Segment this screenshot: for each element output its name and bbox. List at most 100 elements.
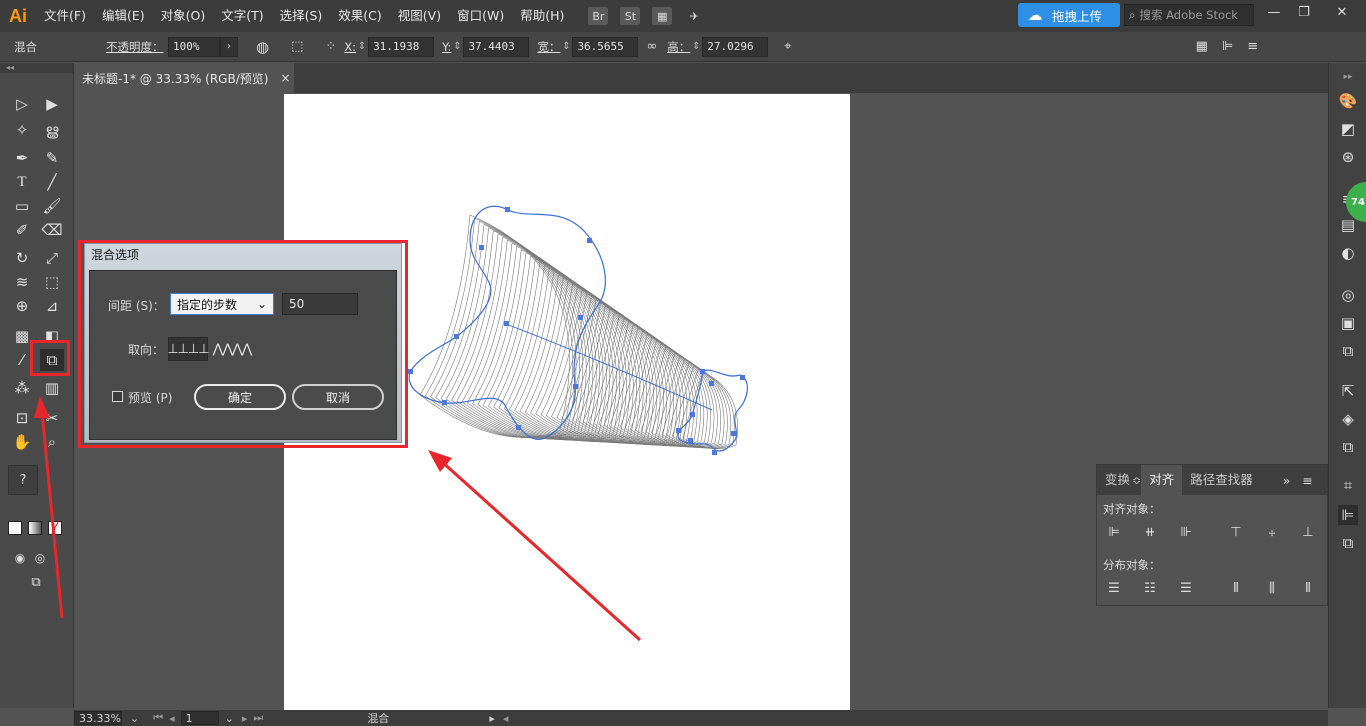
- vertical-distribute-center-icon[interactable]: ☷: [1141, 579, 1159, 597]
- zoom-tool-icon[interactable]: ⌕: [40, 431, 64, 453]
- y-input[interactable]: 37.4403: [463, 36, 530, 57]
- symbols-panel-icon[interactable]: ⊛: [1338, 147, 1358, 167]
- height-spinner-icon[interactable]: ⇕: [690, 41, 702, 52]
- horizontal-distribute-left-icon[interactable]: ⫴: [1227, 579, 1245, 597]
- fill-stroke-swatch[interactable]: ?: [8, 465, 38, 495]
- layers-panel-icon[interactable]: ◈: [1338, 409, 1358, 429]
- bridge-icon[interactable]: Br: [588, 7, 609, 25]
- width-tool-icon[interactable]: ≋: [10, 271, 34, 293]
- opacity-input[interactable]: 100%: [168, 36, 220, 57]
- menu-edit[interactable]: 编辑(E): [94, 0, 153, 32]
- pathfinder-panel-icon[interactable]: ⧉: [1338, 533, 1358, 553]
- menu-select[interactable]: 选择(S): [272, 0, 331, 32]
- align-to-path-icon[interactable]: ⋀⋀⋀⋀: [212, 337, 253, 361]
- control-panel-menu-icon[interactable]: ≡: [1247, 39, 1258, 54]
- column-graph-tool-icon[interactable]: ▥: [40, 377, 64, 399]
- transform-icon[interactable]: ⌖: [784, 39, 791, 54]
- stock-search-input[interactable]: ⌕ 搜索 Adobe Stock: [1124, 4, 1254, 26]
- menu-object[interactable]: 对象(O): [153, 0, 214, 32]
- direct-selection-tool-icon[interactable]: ▶: [40, 93, 64, 115]
- vertical-distribute-bottom-icon[interactable]: ☰: [1177, 579, 1195, 597]
- dialog-title[interactable]: 混合选项: [85, 244, 401, 268]
- upload-button[interactable]: ☁ 拖拽上传: [1018, 3, 1120, 27]
- align-panel-icon[interactable]: ⊫: [1338, 505, 1358, 525]
- color-panel-icon[interactable]: 🎨: [1338, 91, 1358, 111]
- last-artboard-icon[interactable]: ⏭: [253, 711, 263, 725]
- type-tool-icon[interactable]: T: [10, 171, 34, 193]
- dock-grip-icon[interactable]: ▸▸: [1338, 67, 1358, 87]
- recolor-icon[interactable]: ◍: [256, 38, 269, 56]
- expand-panel-icon[interactable]: »: [1283, 473, 1291, 488]
- color-guide-icon[interactable]: ◩: [1338, 119, 1358, 139]
- workspace-layout-icon[interactable]: ▦: [652, 7, 673, 25]
- pen-tool-icon[interactable]: ✒: [10, 147, 34, 169]
- vertical-align-top-icon[interactable]: ⊤: [1227, 523, 1245, 541]
- color-mode-button[interactable]: [8, 521, 22, 535]
- stock-icon[interactable]: St: [620, 7, 641, 25]
- vertical-align-center-icon[interactable]: ⧾: [1263, 523, 1281, 541]
- horizontal-align-right-icon[interactable]: ⊪: [1177, 523, 1195, 541]
- x-spinner-icon[interactable]: ⇕: [356, 41, 368, 52]
- tab-align[interactable]: 对齐: [1141, 465, 1183, 495]
- y-spinner-icon[interactable]: ⇕: [451, 41, 463, 52]
- artboard-tool-icon[interactable]: ⊡: [10, 407, 34, 429]
- horizontal-distribute-center-icon[interactable]: ⫼: [1263, 579, 1281, 597]
- image-trace-icon[interactable]: ⧉: [1338, 341, 1358, 361]
- document-tab[interactable]: 未标题-1* @ 33.33% (RGB/预览) ×: [74, 63, 294, 93]
- slice-tool-icon[interactable]: ✂: [40, 407, 64, 429]
- zoom-dropdown-icon[interactable]: ⌄: [130, 712, 139, 725]
- appearance-panel-icon[interactable]: ◎: [1338, 285, 1358, 305]
- minimize-icon[interactable]: —: [1260, 0, 1288, 24]
- status-menu-icon[interactable]: ▸: [489, 712, 495, 725]
- transform-panel-icon[interactable]: ⌗: [1338, 475, 1358, 495]
- symbol-sprayer-tool-icon[interactable]: ⁂: [10, 377, 34, 399]
- menu-help[interactable]: 帮助(H): [512, 0, 572, 32]
- vertical-distribute-top-icon[interactable]: ☰: [1105, 579, 1123, 597]
- close-window-icon[interactable]: ✕: [1320, 0, 1364, 24]
- arrange-documents-icon[interactable]: ▦: [1196, 39, 1208, 54]
- width-input[interactable]: 36.5655: [572, 36, 639, 57]
- horizontal-align-left-icon[interactable]: ⊫: [1105, 523, 1123, 541]
- free-transform-tool-icon[interactable]: ⬚: [40, 271, 64, 293]
- constrain-proportions-icon[interactable]: ∞: [646, 39, 657, 54]
- lasso-tool-icon[interactable]: ൠ: [40, 119, 64, 141]
- preview-checkbox[interactable]: [112, 391, 123, 402]
- steps-input[interactable]: 50: [282, 293, 358, 315]
- reference-point-icon[interactable]: ⁘: [325, 39, 336, 54]
- menu-view[interactable]: 视图(V): [390, 0, 449, 32]
- artboards-panel-icon[interactable]: ⧉: [1338, 437, 1358, 457]
- rotate-tool-icon[interactable]: ↻: [10, 247, 34, 269]
- shape-builder-tool-icon[interactable]: ⊕: [10, 295, 34, 317]
- scroll-left-icon[interactable]: ◂: [503, 712, 509, 725]
- tab-pathfinder[interactable]: 路径查找器: [1182, 465, 1261, 495]
- export-panel-icon[interactable]: ⇱: [1338, 381, 1358, 401]
- ok-button[interactable]: 确定: [194, 384, 286, 410]
- panel-menu-icon[interactable]: ≡: [1302, 473, 1312, 488]
- shaper-tool-icon[interactable]: ✐: [10, 219, 34, 241]
- perspective-grid-tool-icon[interactable]: ⊿: [40, 295, 64, 317]
- selection-tool-icon[interactable]: ▷: [10, 93, 34, 115]
- artboard-number-input[interactable]: 1: [180, 711, 219, 725]
- none-mode-button[interactable]: ╱: [48, 521, 62, 535]
- menu-window[interactable]: 窗口(W): [449, 0, 512, 32]
- eraser-tool-icon[interactable]: ⌫: [40, 219, 64, 241]
- menu-file[interactable]: 文件(F): [36, 0, 94, 32]
- align-panel-toggle-icon[interactable]: ⊫: [1222, 39, 1233, 54]
- change-screen-mode-icon[interactable]: ⧉: [24, 571, 48, 593]
- gradient-mode-button[interactable]: [28, 521, 42, 535]
- rectangle-tool-icon[interactable]: ▭: [10, 195, 34, 217]
- zoom-input[interactable]: 33.33%: [74, 711, 122, 725]
- align-to-icon[interactable]: ⬚: [291, 39, 303, 54]
- menu-effect[interactable]: 效果(C): [330, 0, 389, 32]
- restore-icon[interactable]: ❐: [1290, 0, 1318, 24]
- transparency-panel-icon[interactable]: ◐: [1338, 243, 1358, 263]
- align-to-page-icon[interactable]: ⊥⊥⊥⊥: [167, 337, 210, 361]
- opacity-arrow-icon[interactable]: ›: [220, 36, 238, 57]
- x-input[interactable]: 31.1938: [368, 36, 435, 57]
- horizontal-align-center-icon[interactable]: ⧺: [1141, 523, 1159, 541]
- vertical-align-bottom-icon[interactable]: ⊥: [1299, 523, 1317, 541]
- spacing-select[interactable]: 指定的步数 ⌄: [170, 293, 274, 315]
- magic-wand-tool-icon[interactable]: ✧: [10, 119, 34, 141]
- tools-panel-grip[interactable]: ◂◂: [0, 63, 73, 73]
- previous-artboard-icon[interactable]: ◂: [169, 712, 175, 725]
